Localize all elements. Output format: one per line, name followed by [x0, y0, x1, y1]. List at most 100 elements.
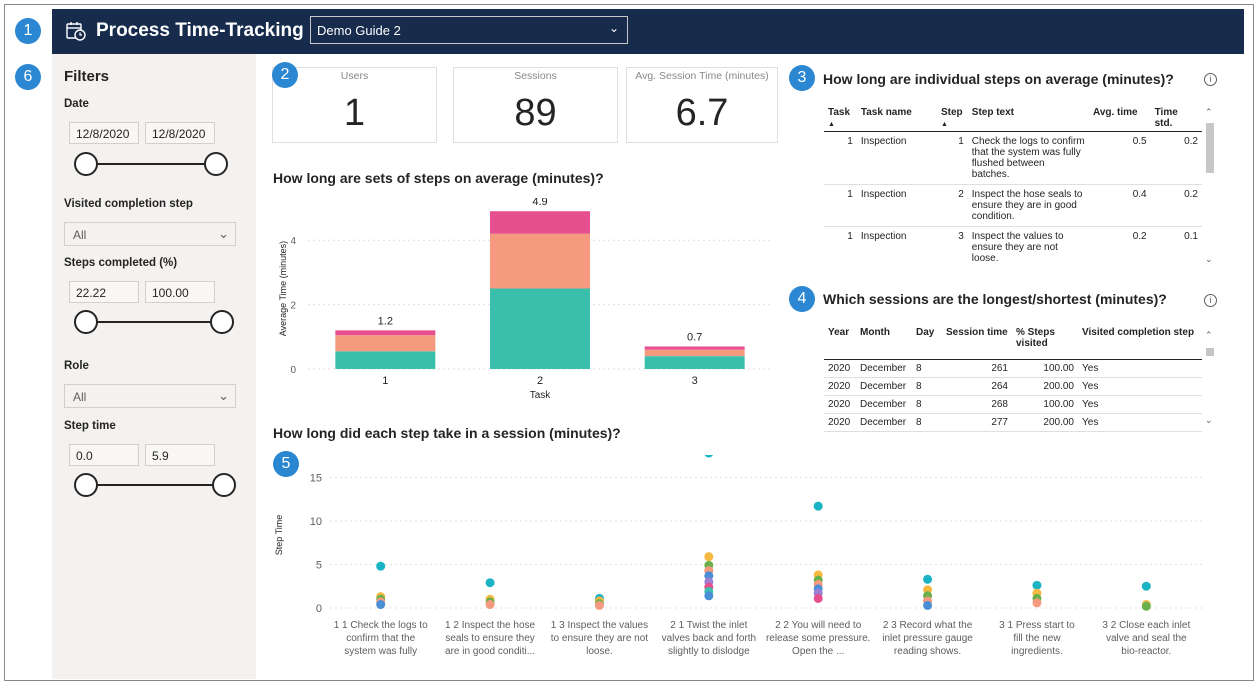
kpi-value: 89 — [514, 92, 557, 134]
slider-track — [84, 484, 226, 486]
scatter-point[interactable] — [704, 455, 713, 458]
calendar-clock-icon — [66, 22, 86, 41]
scatter-point[interactable] — [1032, 598, 1042, 608]
scatter-point[interactable] — [1032, 580, 1042, 590]
scroll-down-icon[interactable]: ⌄ — [1205, 254, 1213, 265]
x-tick-label: 2 3 Record what the inlet pressure gauge r… — [882, 620, 973, 657]
role-dropdown[interactable]: All ⌄ — [64, 384, 236, 408]
sessions-table: Year Month Day Session time % Steps visi… — [824, 325, 1202, 432]
bar-segment[interactable] — [335, 330, 436, 336]
badge-6: 6 — [15, 64, 41, 90]
scatter-point[interactable] — [923, 600, 933, 610]
col-avg-time[interactable]: Avg. time — [1089, 105, 1151, 132]
bar-segment[interactable] — [490, 233, 590, 289]
slider-min-handle[interactable] — [74, 310, 98, 334]
badge-1: 1 — [15, 18, 41, 44]
scatter-point[interactable] — [485, 578, 495, 588]
step-time-to-input[interactable]: 5.9 — [145, 444, 215, 466]
role-label: Role — [64, 360, 89, 372]
steps-slider[interactable] — [74, 310, 234, 334]
slider-min-handle[interactable] — [74, 473, 98, 497]
slider-max-handle[interactable] — [210, 310, 234, 334]
col-session-time[interactable]: Session time — [942, 325, 1012, 359]
table-row[interactable]: 2020 December 8 264 200.00 Yes — [824, 377, 1202, 396]
y-tick-label: 10 — [310, 516, 322, 528]
bar-total-label: 1.2 — [378, 315, 393, 327]
y-axis-label: Step Time — [274, 515, 284, 556]
bar-segment[interactable] — [335, 351, 436, 369]
step-time-slider[interactable] — [74, 473, 236, 497]
table-row[interactable]: 1 Inspection 1 Check the logs to confirm… — [824, 131, 1202, 185]
scroll-thumb[interactable] — [1206, 123, 1214, 173]
scatter-point[interactable] — [704, 552, 714, 562]
kpi-avg-time-card: Avg. Session Time (minutes) 6.7 — [626, 67, 778, 143]
bar-segment[interactable] — [644, 356, 745, 369]
info-icon[interactable]: i — [1204, 73, 1217, 86]
col-day[interactable]: Day — [912, 325, 942, 359]
role-value: All — [73, 390, 87, 404]
scatter-point[interactable] — [376, 561, 386, 571]
bar-segment[interactable] — [335, 335, 436, 352]
col-year[interactable]: Year — [824, 325, 856, 359]
scatter-point[interactable] — [376, 600, 386, 610]
steps-to-input[interactable]: 100.00 — [145, 281, 215, 303]
kpi-value: 6.7 — [675, 92, 729, 134]
steps-from-input[interactable]: 22.22 — [69, 281, 139, 303]
col-task[interactable]: Task ▲ — [824, 105, 857, 132]
col-month[interactable]: Month — [856, 325, 912, 359]
date-slider[interactable] — [74, 152, 228, 176]
bar-total-label: 4.9 — [532, 198, 547, 208]
table-row[interactable]: 1 Inspection 2 Inspect the hose seals to… — [824, 184, 1202, 227]
table-row[interactable]: 2020 December 8 277 200.00 Yes — [824, 413, 1202, 432]
col-step[interactable]: Step ▲ — [937, 105, 968, 132]
badge-4: 4 — [789, 286, 815, 312]
header-bar: Process Time-Tracking Demo Guide 2 ⌄ — [52, 9, 1244, 54]
chevron-down-icon: ⌄ — [218, 388, 229, 403]
bar-segment[interactable] — [644, 346, 745, 350]
scroll-up-icon[interactable]: ⌃ — [1205, 107, 1213, 118]
table-row[interactable]: 2020 December 8 268 100.00 Yes — [824, 395, 1202, 414]
col-visited-completion[interactable]: Visited completion step — [1078, 325, 1202, 359]
bar-segment[interactable] — [490, 288, 590, 370]
guide-select-value: Demo Guide 2 — [317, 23, 401, 38]
scroll-up-icon[interactable]: ⌃ — [1205, 330, 1213, 341]
scatter-point[interactable] — [813, 501, 823, 511]
scroll-down-icon[interactable]: ⌄ — [1205, 415, 1213, 426]
table-row[interactable]: 1 Inspection 3 Inspect the values to ens… — [824, 227, 1202, 269]
visited-step-dropdown[interactable]: All ⌄ — [64, 222, 236, 246]
scroll-thumb[interactable] — [1206, 348, 1214, 356]
scatter-point[interactable] — [1141, 581, 1151, 591]
visited-step-label: Visited completion step — [64, 198, 193, 210]
scatter-point[interactable] — [704, 591, 714, 601]
y-tick-label: 15 — [310, 472, 322, 484]
scatter-point[interactable] — [594, 600, 604, 610]
col-pct-steps[interactable]: % Steps visited — [1012, 325, 1078, 359]
y-tick-label: 5 — [316, 559, 322, 571]
table-row[interactable]: 2020 December 8 261 100.00 Yes — [824, 358, 1202, 378]
scatter-point[interactable] — [1141, 601, 1151, 611]
col-step-text[interactable]: Step text — [968, 105, 1089, 132]
step-time-label: Step time — [64, 420, 116, 432]
step-time-from-input[interactable]: 0.0 — [69, 444, 139, 466]
badge-3: 3 — [789, 65, 815, 91]
bar-segment[interactable] — [644, 349, 745, 357]
scatter-point[interactable] — [485, 600, 495, 610]
date-from-input[interactable]: 12/8/2020 — [69, 122, 139, 144]
col-task-name[interactable]: Task name — [857, 105, 937, 132]
x-tick-label: 2 2 You will need to release some pressur… — [766, 620, 871, 657]
scatter-point[interactable] — [813, 593, 823, 603]
steps-table-scrollbar[interactable]: ⌃ ⌄ — [1205, 105, 1215, 267]
col-time-std[interactable]: Time std. — [1151, 105, 1202, 132]
bar-segment[interactable] — [490, 211, 590, 234]
scatter-chart-title: How long did each step take in a session… — [273, 425, 621, 441]
steps-table-header: Task ▲ Task name Step ▲ Step text Avg. tim… — [824, 105, 1202, 132]
date-to-input[interactable]: 12/8/2020 — [145, 122, 215, 144]
slider-min-handle[interactable] — [74, 152, 98, 176]
guide-select[interactable]: Demo Guide 2 ⌄ — [310, 16, 628, 44]
slider-max-handle[interactable] — [204, 152, 228, 176]
slider-max-handle[interactable] — [212, 473, 236, 497]
info-icon[interactable]: i — [1204, 294, 1217, 307]
scatter-point[interactable] — [923, 574, 933, 584]
sort-ascending-icon: ▲ — [940, 121, 948, 128]
sessions-table-scrollbar[interactable]: ⌃ ⌄ — [1205, 328, 1215, 428]
